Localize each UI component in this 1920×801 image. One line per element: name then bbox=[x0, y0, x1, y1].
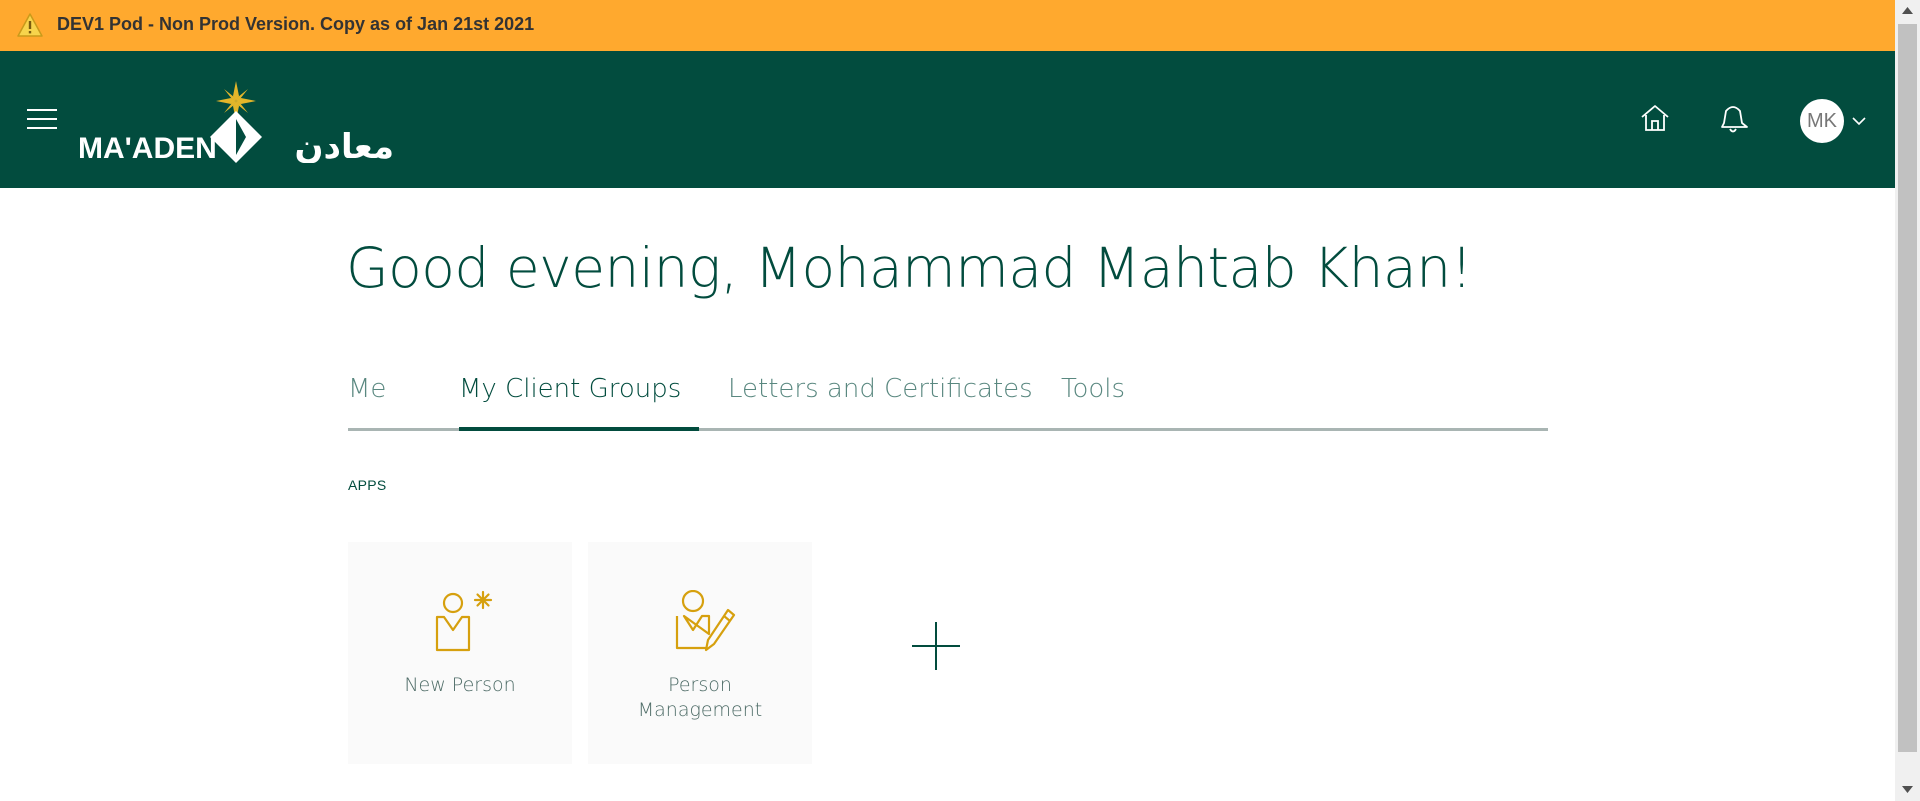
app-tile-person-management[interactable]: Person Management bbox=[588, 542, 812, 764]
environment-banner: DEV1 Pod - Non Prod Version. Copy as of … bbox=[0, 0, 1895, 51]
scroll-down-arrow-icon[interactable] bbox=[1895, 778, 1920, 800]
app-tile-label: New Person bbox=[404, 674, 516, 696]
logo-text-arabic: معادن bbox=[295, 127, 394, 163]
maaden-logo[interactable]: MA'ADEN معادن bbox=[76, 79, 396, 163]
new-person-icon bbox=[435, 590, 493, 652]
user-avatar[interactable]: MK bbox=[1800, 99, 1844, 143]
warning-icon bbox=[17, 13, 43, 37]
active-tab-indicator bbox=[459, 427, 699, 431]
scrollbar-thumb[interactable] bbox=[1898, 24, 1917, 752]
app-tile-label: Person Management bbox=[637, 674, 763, 721]
scroll-up-arrow-icon[interactable] bbox=[1895, 0, 1920, 22]
app-tile-new-person[interactable]: New Person bbox=[348, 542, 572, 764]
chevron-down-icon[interactable] bbox=[1851, 115, 1867, 127]
global-header: MA'ADEN معادن MK bbox=[0, 51, 1895, 188]
tab-me[interactable]: Me bbox=[348, 374, 386, 404]
hamburger-menu-icon[interactable] bbox=[27, 109, 57, 131]
apps-section-label: APPS bbox=[348, 477, 387, 493]
bell-icon[interactable] bbox=[1716, 101, 1750, 135]
page: DEV1 Pod - Non Prod Version. Copy as of … bbox=[0, 0, 1920, 801]
vertical-scrollbar[interactable] bbox=[1895, 0, 1920, 801]
banner-text: DEV1 Pod - Non Prod Version. Copy as of … bbox=[57, 14, 535, 34]
person-management-icon bbox=[675, 590, 736, 652]
springboard-tabs: Me My Client Groups Letters and Certific… bbox=[348, 368, 1548, 432]
tab-tools[interactable]: Tools bbox=[1061, 374, 1125, 404]
welcome-greeting: Good evening, Mohammad Mahtab Khan! bbox=[346, 236, 1473, 300]
home-icon[interactable] bbox=[1638, 101, 1672, 135]
tab-letters-and-certificates[interactable]: Letters and Certificates bbox=[728, 374, 1033, 404]
logo-text-latin: MA'ADEN bbox=[78, 132, 217, 163]
tab-my-client-groups[interactable]: My Client Groups bbox=[459, 374, 681, 404]
plus-icon[interactable] bbox=[910, 620, 962, 672]
